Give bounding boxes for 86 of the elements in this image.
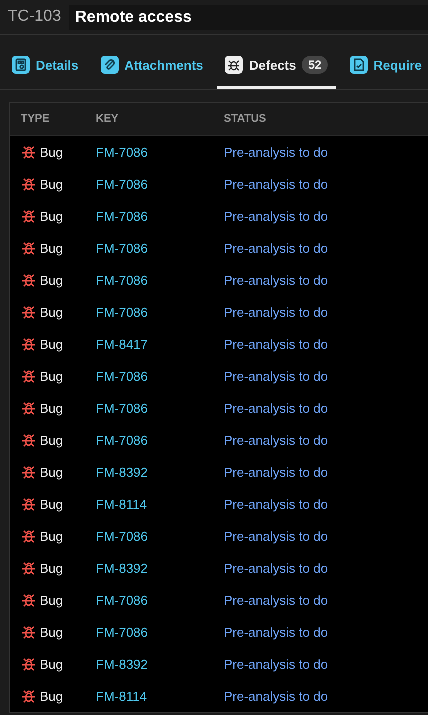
status-cell-text: Pre-analysis to do (224, 464, 330, 480)
status-cell-text: Pre-analysis to do (224, 400, 330, 416)
issue-key-link[interactable]: FM-7086 (96, 432, 148, 448)
type-cell: Bug (40, 592, 64, 608)
bug-icon (21, 208, 37, 224)
tab[interactable]: Attachments (92, 44, 212, 89)
type-cell: Bug (40, 272, 64, 288)
count-badge: 52 (302, 56, 328, 74)
issue-key-link[interactable]: FM-7086 (96, 528, 148, 544)
status-cell-text: Pre-analysis to do (224, 208, 330, 224)
status-cell-text: Pre-analysis to do (224, 656, 330, 672)
bug-icon (21, 368, 37, 384)
issue-key-link[interactable]: FM-8392 (96, 464, 148, 480)
issue-key-link[interactable]: FM-7086 (96, 176, 148, 192)
tab[interactable]: Require (342, 44, 428, 89)
type-cell: Bug (40, 368, 64, 384)
bug-icon (21, 304, 37, 320)
test-case-id: TC-103 (8, 8, 62, 26)
bug-icon (21, 240, 37, 256)
issue-key-link[interactable]: FM-7086 (96, 208, 148, 224)
type-cell: Bug (40, 144, 64, 160)
issue-key-link[interactable]: FM-7086 (96, 592, 148, 608)
issue-key-link[interactable]: FM-7086 (96, 400, 148, 416)
issue-key-link[interactable]: FM-8392 (96, 656, 148, 672)
issue-key-link[interactable]: FM-7086 (96, 144, 148, 160)
paperclip-icon (100, 56, 119, 74)
document-icon (12, 56, 30, 74)
type-cell: Bug (40, 240, 64, 256)
issue-key-link[interactable]: FM-7086 (96, 624, 148, 640)
bug-icon (21, 144, 37, 160)
bug-icon (21, 624, 37, 640)
issue-key-link[interactable]: FM-7086 (96, 368, 148, 384)
issue-key-link[interactable]: FM-8114 (96, 496, 148, 512)
type-cell: Bug (40, 464, 64, 480)
type-cell: Bug (40, 688, 64, 704)
issue-key-link[interactable]: FM-8392 (96, 560, 148, 576)
bug-icon (21, 432, 37, 448)
issue-key-link[interactable]: FM-7086 (96, 240, 148, 256)
status-cell-text: Pre-analysis to do (224, 176, 330, 192)
status-cell-text: Pre-analysis to do (224, 624, 330, 640)
issue-key-link[interactable]: FM-8417 (96, 336, 148, 352)
type-cell: Bug (40, 304, 64, 320)
issue-key-link[interactable]: FM-8114 (96, 688, 148, 704)
column-header: STATUS (224, 113, 268, 125)
status-cell-text: Pre-analysis to do (224, 592, 330, 608)
bug-icon (21, 592, 37, 608)
bug-icon (225, 56, 244, 74)
bug-icon (21, 400, 37, 416)
type-cell: Bug (40, 432, 64, 448)
type-cell: Bug (40, 336, 64, 352)
column-header: KEY (96, 113, 120, 125)
status-cell-text: Pre-analysis to do (224, 368, 330, 384)
type-cell: Bug (40, 208, 64, 224)
type-cell: Bug (40, 176, 64, 192)
bug-icon (21, 656, 37, 672)
bug-icon (21, 336, 37, 352)
type-cell: Bug (40, 496, 64, 512)
type-cell: Bug (40, 528, 64, 544)
status-cell-text: Pre-analysis to do (224, 304, 330, 320)
status-cell-text: Pre-analysis to do (224, 272, 330, 288)
status-cell-text: Pre-analysis to do (224, 560, 330, 576)
tab[interactable]: Details (4, 44, 87, 89)
bug-icon (21, 272, 37, 288)
issue-key-link[interactable]: FM-7086 (96, 304, 148, 320)
status-cell-text: Pre-analysis to do (224, 144, 330, 160)
bug-icon (21, 176, 37, 192)
tab[interactable]: Defects 52 (217, 44, 336, 89)
type-cell: Bug (40, 656, 64, 672)
issue-key-link[interactable]: FM-7086 (96, 272, 148, 288)
bug-icon (21, 560, 37, 576)
type-cell: Bug (40, 400, 64, 416)
bug-icon (21, 464, 37, 480)
status-cell-text: Pre-analysis to do (224, 496, 330, 512)
title-field[interactable]: Remote access (69, 4, 428, 30)
type-cell: Bug (40, 624, 64, 640)
status-cell-text: Pre-analysis to do (224, 688, 330, 704)
type-cell: Bug (40, 560, 64, 576)
bug-icon (21, 496, 37, 512)
column-header: TYPE (20, 113, 51, 125)
status-cell-text: Pre-analysis to do (224, 240, 330, 256)
status-cell-text: Pre-analysis to do (224, 432, 330, 448)
status-cell-text: Pre-analysis to do (224, 336, 330, 352)
bug-icon (21, 688, 37, 704)
status-cell-text: Pre-analysis to do (224, 528, 330, 544)
document-icon (350, 56, 368, 74)
bug-icon (21, 528, 37, 544)
